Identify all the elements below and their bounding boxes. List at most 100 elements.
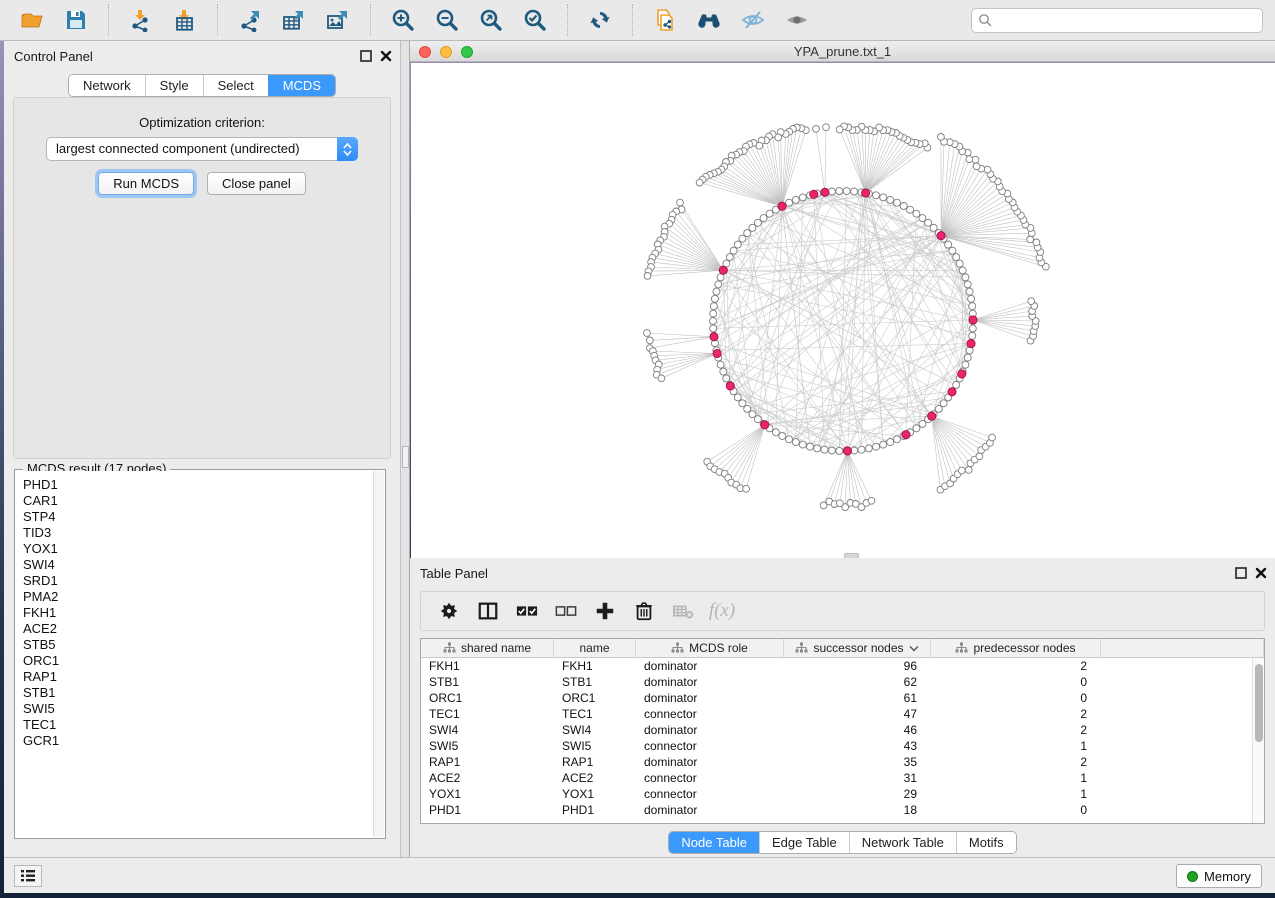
table-cell[interactable]: connector [636,706,784,722]
tab-mcds[interactable]: MCDS [268,75,335,96]
table-cell[interactable]: ORC1 [554,690,636,706]
mcds-result-list[interactable]: PHD1CAR1STP4TID3YOX1SWI4SRD1PMA2FKH1ACE2… [16,471,384,837]
table-cell[interactable]: YOX1 [554,786,636,802]
network-window-titlebar[interactable]: YPA_prune.txt_1 [410,41,1275,62]
table-cell[interactable]: RAP1 [554,754,636,770]
table-cell[interactable]: SWI5 [421,738,554,754]
table-cell[interactable]: RAP1 [421,754,554,770]
table-cell[interactable]: FKH1 [554,658,636,674]
tab-edge-table[interactable]: Edge Table [759,832,849,853]
table-cell[interactable]: connector [636,786,784,802]
network-graph[interactable] [411,63,1275,558]
table-row[interactable]: SWI4SWI4dominator462 [421,722,1252,738]
run-mcds-button[interactable]: Run MCDS [98,172,194,195]
table-cell[interactable]: 0 [931,690,1101,706]
table-scrollbar[interactable] [1252,658,1264,823]
vertical-splitter[interactable] [400,41,410,893]
zoom-selected-icon[interactable] [513,3,557,37]
export-table-icon[interactable] [272,3,316,37]
table-cell[interactable]: 2 [931,754,1101,770]
table-cell[interactable]: 2 [931,658,1101,674]
table-row[interactable]: FKH1FKH1dominator962 [421,658,1252,674]
export-network-icon[interactable] [228,3,272,37]
column-header-name[interactable]: name [554,639,636,657]
column-header-predecessor-nodes[interactable]: predecessor nodes [931,639,1101,657]
tab-select[interactable]: Select [203,75,268,96]
table-cell[interactable]: dominator [636,754,784,770]
table-cell[interactable]: PHD1 [554,802,636,818]
mcds-result-item[interactable]: ORC1 [23,653,384,669]
table-cell[interactable]: connector [636,770,784,786]
table-cell[interactable]: 0 [931,802,1101,818]
table-cell[interactable]: ORC1 [421,690,554,706]
table-cell[interactable]: TEC1 [421,706,554,722]
table-row[interactable]: STB1STB1dominator620 [421,674,1252,690]
table-cell[interactable]: FKH1 [421,658,554,674]
mcds-result-item[interactable]: RAP1 [23,669,384,685]
search-input[interactable] [993,11,1262,31]
mcds-result-item[interactable]: GCR1 [23,733,384,749]
export-image-icon[interactable] [316,3,360,37]
splitter-handle[interactable] [402,446,409,468]
table-scrollbar-thumb[interactable] [1255,664,1263,742]
close-panel-icon[interactable] [1255,566,1267,584]
table-cell[interactable]: SWI5 [554,738,636,754]
mcds-result-item[interactable]: TID3 [23,525,384,541]
column-header-MCDS-role[interactable]: MCDS role [636,639,784,657]
tab-node-table[interactable]: Node Table [669,832,759,853]
table-cell[interactable]: PHD1 [421,802,554,818]
tab-motifs[interactable]: Motifs [956,832,1016,853]
mcds-result-item[interactable]: YOX1 [23,541,384,557]
table-cell[interactable]: 0 [931,674,1101,690]
gear-icon[interactable] [433,595,465,627]
network-canvas[interactable] [411,63,1275,558]
task-history-button[interactable] [14,865,42,887]
chevron-down-icon[interactable] [909,645,919,652]
table-cell[interactable]: STB1 [554,674,636,690]
table-row[interactable]: YOX1YOX1connector291 [421,786,1252,802]
table-cell[interactable]: 62 [784,674,931,690]
mcds-result-item[interactable]: SWI4 [23,557,384,573]
table-cell[interactable]: dominator [636,674,784,690]
table-row[interactable]: ACE2ACE2connector311 [421,770,1252,786]
table-cell[interactable]: 47 [784,706,931,722]
checkbox-checked-pair-icon[interactable] [511,595,543,627]
table-cell[interactable]: 2 [931,722,1101,738]
table-cell[interactable]: 1 [931,738,1101,754]
column-header-successor-nodes[interactable]: successor nodes [784,639,931,657]
mcds-result-item[interactable]: FKH1 [23,605,384,621]
search-field[interactable] [971,8,1263,33]
column-header-shared-name[interactable]: shared name [421,639,554,657]
mcds-result-item[interactable]: STB5 [23,637,384,653]
memory-button[interactable]: Memory [1176,864,1262,888]
zoom-in-icon[interactable] [381,3,425,37]
mcds-result-item[interactable]: PMA2 [23,589,384,605]
table-cell[interactable]: 31 [784,770,931,786]
table-row[interactable]: ORC1ORC1dominator610 [421,690,1252,706]
mcds-result-item[interactable]: STB1 [23,685,384,701]
table-cell[interactable]: dominator [636,658,784,674]
binoculars-icon[interactable] [687,3,731,37]
table-cell[interactable]: YOX1 [421,786,554,802]
table-row[interactable]: SWI5SWI5connector431 [421,738,1252,754]
import-table-icon[interactable] [163,3,207,37]
table-cell[interactable]: SWI4 [421,722,554,738]
table-cell[interactable]: 43 [784,738,931,754]
table-cell[interactable]: 61 [784,690,931,706]
table-cell[interactable]: 1 [931,770,1101,786]
mcds-result-item[interactable]: SRD1 [23,573,384,589]
table-cell[interactable]: dominator [636,802,784,818]
table-cell[interactable]: ACE2 [554,770,636,786]
table-cell[interactable]: connector [636,738,784,754]
split-columns-icon[interactable] [472,595,504,627]
close-panel-icon[interactable] [380,49,392,67]
table-cell[interactable]: 29 [784,786,931,802]
clone-network-icon[interactable] [643,3,687,37]
table-cell[interactable]: dominator [636,722,784,738]
mcds-result-item[interactable]: CAR1 [23,493,384,509]
mcds-result-item[interactable]: STP4 [23,509,384,525]
import-network-icon[interactable] [119,3,163,37]
float-panel-icon[interactable] [1235,566,1247,584]
trash-icon[interactable] [628,595,660,627]
table-cell[interactable]: TEC1 [554,706,636,722]
